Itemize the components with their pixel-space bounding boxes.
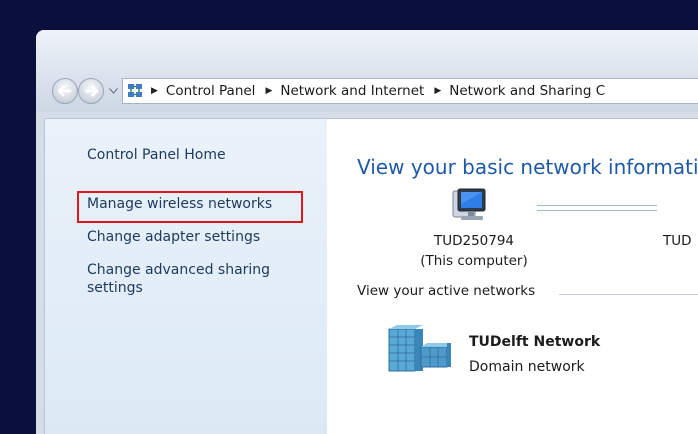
breadcrumb-control-panel[interactable]: Control Panel xyxy=(166,83,256,99)
forward-arrow-icon xyxy=(85,85,98,97)
chevron-right-icon[interactable]: ▶ xyxy=(434,86,441,96)
link-label-line-1: Change advanced sharing xyxy=(87,262,271,278)
forward-button[interactable] xyxy=(78,78,104,104)
navigation-pane: Control Panel Home Manage wireless netwo… xyxy=(45,119,327,434)
section-divider xyxy=(559,294,698,295)
computer-name: TUD250794 xyxy=(433,233,515,249)
change-advanced-sharing-settings-link[interactable]: Change advanced sharing settings xyxy=(87,261,270,297)
breadcrumb-network-and-sharing-center[interactable]: Network and Sharing C xyxy=(449,83,605,99)
manage-wireless-networks-link[interactable]: Manage wireless networks xyxy=(87,196,272,212)
domain-network-icon xyxy=(388,325,451,372)
page-title: View your basic network informati xyxy=(357,155,698,179)
link-label-line-2: settings xyxy=(87,280,143,296)
remote-network-name[interactable]: TUD xyxy=(663,233,692,249)
network-name: TUDelft Network xyxy=(469,334,601,350)
connection-line xyxy=(537,205,657,211)
control-panel-home-link[interactable]: Control Panel Home xyxy=(87,147,226,163)
breadcrumb-network-and-internet[interactable]: Network and Internet xyxy=(280,83,424,99)
content-area: Control Panel Home Manage wireless netwo… xyxy=(44,118,698,434)
chevron-down-icon xyxy=(108,88,118,94)
active-networks-heading: View your active networks xyxy=(357,283,536,299)
computer-description: (This computer) xyxy=(420,253,528,269)
change-adapter-settings-link[interactable]: Change adapter settings xyxy=(87,229,260,245)
back-arrow-icon xyxy=(58,85,71,97)
computer-monitor-icon[interactable] xyxy=(449,187,489,225)
back-button[interactable] xyxy=(52,78,78,104)
chevron-right-icon[interactable]: ▶ xyxy=(265,86,272,96)
explorer-window: ▶ Control Panel ▶ Network and Internet ▶… xyxy=(36,30,698,434)
network-type-link[interactable]: Domain network xyxy=(469,359,585,375)
chevron-right-icon: ▶ xyxy=(151,86,158,96)
network-sharing-center-icon xyxy=(128,84,142,97)
recent-pages-dropdown[interactable] xyxy=(108,86,118,96)
address-bar[interactable]: ▶ Control Panel ▶ Network and Internet ▶… xyxy=(122,78,698,104)
main-pane: View your basic network informati TUD250… xyxy=(327,119,698,434)
